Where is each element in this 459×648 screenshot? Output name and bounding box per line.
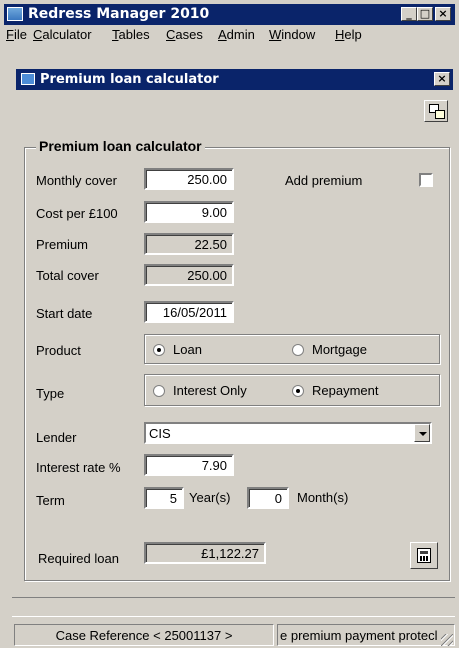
menu-admin[interactable]: Admin bbox=[218, 27, 255, 42]
status-case-reference: Case Reference < 25001137 > bbox=[14, 624, 274, 646]
type-label: Type bbox=[36, 386, 65, 401]
cost-per-label: Cost per £100 bbox=[36, 206, 118, 221]
menu-window[interactable]: Window bbox=[269, 27, 315, 42]
product-loan-label[interactable]: Loan bbox=[173, 342, 202, 357]
minimize-button[interactable]: _ bbox=[401, 7, 417, 21]
start-date-input[interactable]: 16/05/2011 bbox=[144, 301, 234, 323]
type-interest-only-label[interactable]: Interest Only bbox=[173, 383, 247, 398]
premium-value: 22.50 bbox=[144, 233, 234, 255]
term-months-unit: Month(s) bbox=[297, 490, 349, 505]
start-date-label: Start date bbox=[36, 306, 93, 321]
term-label: Term bbox=[36, 493, 65, 508]
child-window-title: Premium loan calculator bbox=[40, 72, 219, 87]
total-cover-value: 250.00 bbox=[144, 264, 234, 286]
menu-file[interactable]: File bbox=[6, 27, 27, 42]
lender-selected-value: CIS bbox=[149, 426, 171, 441]
menu-bar: File Calculator Tables Cases Admin Windo… bbox=[4, 25, 455, 45]
total-cover-label: Total cover bbox=[36, 268, 99, 283]
term-years-input[interactable]: 5 bbox=[144, 487, 184, 509]
child-close-button[interactable]: × bbox=[434, 72, 450, 86]
interest-rate-input[interactable]: 7.90 bbox=[144, 454, 234, 476]
calculator-icon bbox=[417, 548, 431, 563]
chevron-down-icon[interactable] bbox=[414, 424, 430, 442]
term-months-input[interactable]: 0 bbox=[247, 487, 289, 509]
app-title: Redress Manager 2010 bbox=[28, 6, 210, 22]
menu-tables[interactable]: Tables bbox=[112, 27, 150, 42]
child-window-titlebar[interactable]: Premium loan calculator × bbox=[16, 69, 453, 90]
cascade-windows-button[interactable] bbox=[424, 100, 448, 122]
product-label: Product bbox=[36, 343, 81, 358]
lender-select[interactable]: CIS bbox=[144, 422, 432, 444]
product-loan-radio[interactable] bbox=[153, 344, 165, 356]
calculator-window-icon bbox=[21, 73, 35, 85]
horizontal-scrollbar[interactable] bbox=[12, 597, 455, 617]
premium-label: Premium bbox=[36, 237, 89, 252]
menu-help[interactable]: Help bbox=[335, 27, 362, 42]
window-icon bbox=[435, 110, 445, 119]
type-repayment-label[interactable]: Repayment bbox=[312, 383, 378, 398]
required-loan-value: £1,122.27 bbox=[144, 542, 266, 564]
menu-cases[interactable]: Cases bbox=[166, 27, 203, 42]
interest-rate-label: Interest rate % bbox=[36, 460, 121, 475]
type-interest-only-radio[interactable] bbox=[153, 385, 165, 397]
close-button[interactable]: × bbox=[435, 7, 451, 21]
status-description: e premium payment protecl bbox=[277, 624, 455, 646]
app-titlebar[interactable]: Redress Manager 2010 _ □ × bbox=[4, 4, 455, 25]
add-premium-checkbox[interactable] bbox=[419, 173, 433, 187]
app-icon bbox=[7, 7, 23, 21]
lender-label: Lender bbox=[36, 430, 77, 445]
cost-per-input[interactable]: 9.00 bbox=[144, 201, 234, 223]
product-mortgage-radio[interactable] bbox=[292, 344, 304, 356]
required-loan-label: Required loan bbox=[38, 551, 119, 566]
maximize-button[interactable]: □ bbox=[417, 7, 433, 21]
term-years-unit: Year(s) bbox=[189, 490, 231, 505]
main-window: Redress Manager 2010 _ □ × File Calculat… bbox=[0, 0, 459, 648]
resize-grip-icon[interactable] bbox=[441, 634, 453, 646]
type-repayment-radio[interactable] bbox=[292, 385, 304, 397]
menu-calculator[interactable]: Calculator bbox=[33, 27, 92, 42]
calculate-button[interactable] bbox=[410, 542, 438, 569]
status-bar: Case Reference < 25001137 > e premium pa… bbox=[12, 621, 455, 648]
monthly-cover-input[interactable]: 250.00 bbox=[144, 168, 234, 190]
product-mortgage-label[interactable]: Mortgage bbox=[312, 342, 367, 357]
add-premium-label: Add premium bbox=[285, 173, 363, 188]
monthly-cover-label: Monthly cover bbox=[36, 173, 117, 188]
group-title: Premium loan calculator bbox=[36, 138, 205, 154]
